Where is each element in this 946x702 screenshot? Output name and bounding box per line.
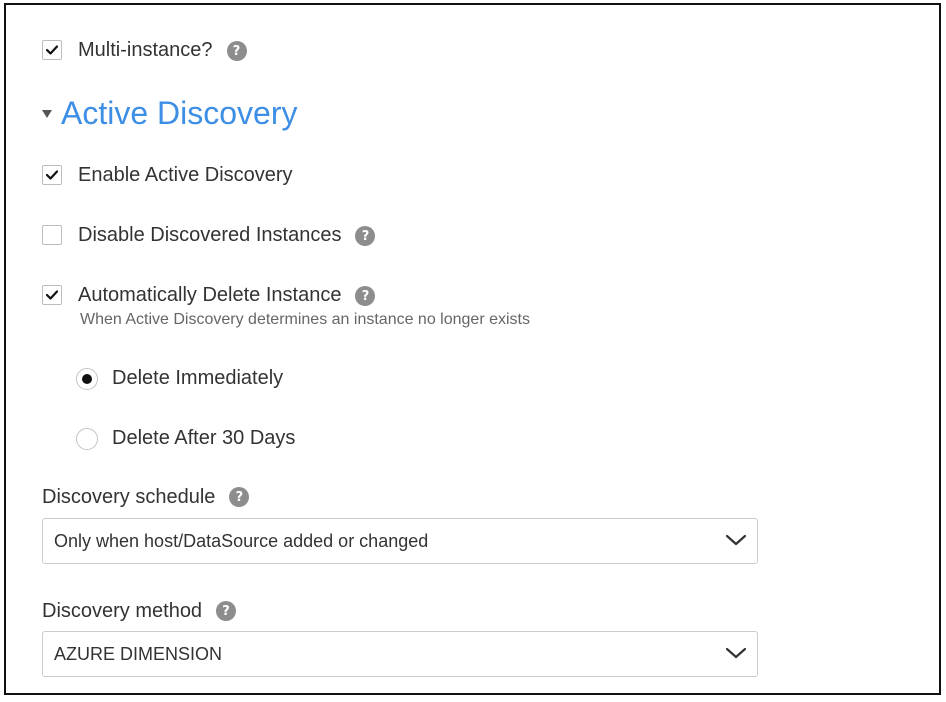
delete-immediately-label: Delete Immediately [112,367,284,389]
checkmark-icon [46,45,58,55]
delete-after-30-days-option[interactable]: Delete After 30 Days [76,427,295,450]
delete-after-30-days-radio[interactable] [76,427,98,450]
chevron-down-icon [725,534,747,546]
disable-discovered-label: Disable Discovered Instances [78,224,342,246]
auto-delete-checkbox[interactable] [42,285,62,305]
active-discovery-header[interactable]: Active Discovery [42,93,298,133]
enable-active-discovery-checkbox[interactable] [42,165,62,185]
chevron-down-icon [725,647,747,659]
enable-active-discovery-row: Enable Active Discovery [42,163,293,187]
delete-after-30-days-label: Delete After 30 Days [112,427,296,449]
discovery-method-value: AZURE DIMENSION [54,643,223,664]
discovery-schedule-value: Only when host/DataSource added or chang… [54,530,429,551]
auto-delete-row: Automatically Delete Instance ? [42,283,376,307]
help-circle-icon[interactable]: ? [355,226,376,246]
disable-discovered-row: Disable Discovered Instances ? [42,223,376,247]
delete-immediately-option[interactable]: Delete Immediately [76,367,283,390]
multi-instance-checkbox[interactable] [42,40,62,60]
discovery-schedule-select[interactable]: Only when host/DataSource added or chang… [42,518,758,564]
checkmark-icon [46,170,58,180]
multi-instance-label: Multi-instance? [78,39,213,61]
help-circle-icon[interactable]: ? [216,601,237,621]
enable-active-discovery-label: Enable Active Discovery [78,164,293,186]
section-title: Active Discovery [61,95,298,131]
disable-discovered-checkbox[interactable] [42,225,62,245]
help-circle-icon[interactable]: ? [226,41,247,61]
auto-delete-description: When Active Discovery determines an inst… [80,311,530,328]
discovery-schedule-label: Discovery schedule [42,486,216,508]
radio-selected-dot [82,373,92,384]
delete-immediately-radio[interactable] [76,367,98,390]
auto-delete-label: Automatically Delete Instance [78,284,342,306]
checkmark-icon [46,290,58,300]
help-circle-icon[interactable]: ? [355,286,376,306]
help-circle-icon[interactable]: ? [229,487,250,507]
discovery-schedule-label-row: Discovery schedule ? [42,485,250,509]
discovery-method-label: Discovery method [42,600,203,622]
discovery-method-select[interactable]: AZURE DIMENSION [42,631,758,677]
caret-down-icon [42,110,52,118]
settings-panel: Multi-instance? ? Active Discovery Enabl… [4,3,941,695]
multi-instance-row: Multi-instance? ? [42,38,247,62]
discovery-method-label-row: Discovery method ? [42,599,237,623]
